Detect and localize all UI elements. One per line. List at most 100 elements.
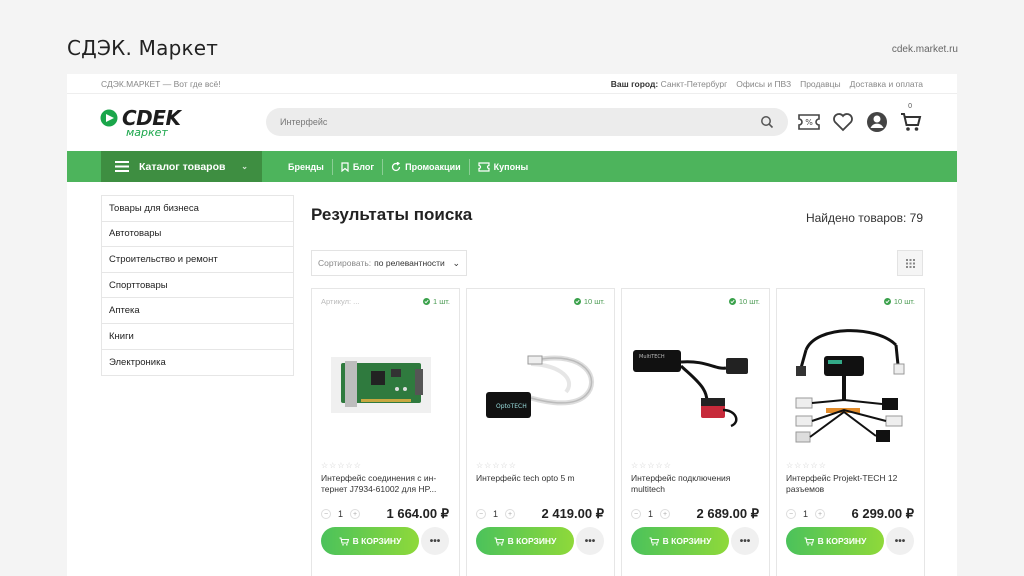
city-label: Ваш город:: [610, 78, 659, 89]
nav-blog[interactable]: Блог: [331, 158, 382, 175]
quantity-value[interactable]: 1: [803, 509, 808, 519]
tagline: СДЭК.МАРКЕТ — Вот где всё!: [101, 78, 221, 89]
quantity-stepper: − 1 +: [786, 509, 826, 519]
product-image[interactable]: MultiTECH: [630, 315, 762, 455]
quantity-value[interactable]: 1: [648, 509, 653, 519]
product-name[interactable]: Интерфейс подключения multitech: [631, 473, 761, 495]
grid-view-toggle[interactable]: [897, 250, 923, 276]
stock-badge: 10 шт.: [573, 297, 605, 306]
product-price: 6 299.00 ₽: [851, 506, 915, 521]
stock-count: 10 шт.: [893, 297, 915, 306]
svg-text:MultiTECH: MultiTECH: [639, 354, 665, 360]
product-grid: Артикул: ... 1 шт. ☆☆☆☆☆ Интерфейс соеди…: [311, 288, 925, 576]
nav-promo[interactable]: Промоакции: [382, 158, 469, 175]
logo[interactable]: СDEK маркет: [100, 106, 190, 140]
more-options-button[interactable]: •••: [576, 527, 604, 555]
link-sellers[interactable]: Продавцы: [800, 79, 841, 89]
plus-button[interactable]: +: [660, 509, 671, 519]
product-name[interactable]: Интерфейс tech opto 5 m: [476, 473, 606, 484]
cart-icon: [494, 536, 504, 546]
product-name[interactable]: Интерфейс соединения с ин-тернет J7934-6…: [321, 473, 451, 495]
sidebar-item-electronics[interactable]: Электроника: [102, 350, 293, 376]
more-options-button[interactable]: •••: [731, 527, 759, 555]
add-to-cart-button[interactable]: В КОРЗИНУ: [321, 527, 419, 555]
search-icon[interactable]: [760, 115, 774, 129]
add-to-cart-label: В КОРЗИНУ: [507, 536, 557, 546]
header: СDEK маркет %: [67, 94, 957, 151]
main-nav: Каталог товаров ⌄ Бренды Блог Промоакции…: [67, 151, 957, 182]
product-price: 2 419.00 ₽: [541, 506, 605, 521]
nav-blog-label: Блог: [352, 161, 375, 172]
stock-badge: 10 шт.: [883, 297, 915, 306]
sidebar-item-books[interactable]: Книги: [102, 324, 293, 350]
bookmark-icon: [341, 161, 349, 172]
nav-brands[interactable]: Бренды: [282, 159, 332, 175]
add-to-cart-button[interactable]: В КОРЗИНУ: [631, 527, 729, 555]
product-image[interactable]: [320, 315, 452, 455]
grid-icon: [905, 258, 915, 268]
sidebar-item-sport[interactable]: Спорттовары: [102, 273, 293, 299]
sidebar-item-auto[interactable]: Автотовары: [102, 222, 293, 248]
cart-icon[interactable]: 0: [899, 103, 923, 134]
add-to-cart-label: В КОРЗИНУ: [662, 536, 712, 546]
product-price: 2 689.00 ₽: [696, 506, 760, 521]
quantity-value[interactable]: 1: [493, 509, 498, 519]
product-image[interactable]: OptoTECH: [475, 315, 607, 455]
check-icon: [423, 298, 431, 305]
product-name[interactable]: Интерфейс Projekt-TECH 12 разъемов: [786, 473, 916, 495]
minus-button[interactable]: −: [476, 509, 486, 519]
stock-badge: 1 шт.: [423, 297, 450, 306]
add-to-cart-button[interactable]: В КОРЗИНУ: [786, 527, 884, 555]
svg-text:OptoTECH: OptoTECH: [496, 403, 527, 410]
sidebar-item-business[interactable]: Товары для бизнеса: [102, 196, 293, 222]
product-card[interactable]: 10 шт. MultiTECH ☆☆☆☆☆ Интерфейс подключ…: [621, 288, 770, 576]
sort-label: Сортировать:: [318, 258, 372, 268]
account-icon[interactable]: [865, 110, 889, 134]
cart-icon: [339, 536, 349, 546]
city-selector[interactable]: Ваш город: Санкт-Петербург: [611, 79, 727, 89]
category-sidebar: Товары для бизнеса Автотовары Строительс…: [101, 195, 294, 377]
sidebar-item-construction[interactable]: Строительство и ремонт: [102, 247, 293, 273]
quantity-value[interactable]: 1: [338, 509, 343, 519]
ticket-icon: [478, 161, 490, 172]
product-image[interactable]: [785, 315, 917, 455]
search-input[interactable]: [280, 117, 760, 127]
chevron-down-icon: ⌄: [241, 162, 248, 171]
minus-button[interactable]: −: [321, 509, 331, 519]
cart-icon: [804, 536, 814, 546]
cart-icon: [649, 536, 659, 546]
sort-dropdown[interactable]: Сортировать: по релевантности ⌄: [311, 250, 467, 276]
product-card[interactable]: 10 шт. ☆☆☆☆☆ Интерфейс Projekt-TECH 12 р…: [776, 288, 925, 576]
minus-button[interactable]: −: [631, 509, 641, 519]
quantity-stepper: − 1 +: [321, 509, 361, 519]
more-options-button[interactable]: •••: [886, 527, 914, 555]
more-options-button[interactable]: •••: [421, 527, 449, 555]
add-to-cart-button[interactable]: В КОРЗИНУ: [476, 527, 574, 555]
search-bar: [266, 108, 788, 136]
rating-stars: ☆☆☆☆☆: [631, 461, 672, 470]
product-card[interactable]: Артикул: ... 1 шт. ☆☆☆☆☆ Интерфейс соеди…: [311, 288, 460, 576]
nav-coupons[interactable]: Купоны: [468, 158, 537, 175]
svg-text:%: %: [805, 118, 813, 127]
hamburger-icon: [115, 161, 129, 172]
plus-button[interactable]: +: [505, 509, 516, 519]
link-offices[interactable]: Офисы и ПВЗ: [736, 79, 791, 89]
link-delivery[interactable]: Доставка и оплата: [850, 79, 923, 89]
slide-title: СДЭК. Маркет: [67, 36, 219, 60]
cart-count: 0: [908, 103, 912, 110]
results-count: Найдено товаров: 79: [805, 211, 923, 225]
minus-button[interactable]: −: [786, 509, 796, 519]
nav-promo-label: Промоакции: [405, 161, 461, 172]
plus-button[interactable]: +: [350, 509, 361, 519]
logo-mark-icon: [100, 109, 118, 127]
favorites-heart-icon[interactable]: [831, 110, 855, 134]
check-icon: [883, 298, 891, 305]
product-card[interactable]: 10 шт. OptoTECH ☆☆☆☆☆ Интерфейс tech opt…: [466, 288, 615, 576]
sort-value: по релевантности: [374, 258, 445, 268]
coupon-icon[interactable]: %: [797, 110, 821, 134]
sidebar-item-pharmacy[interactable]: Аптека: [102, 298, 293, 324]
quantity-stepper: − 1 +: [631, 509, 671, 519]
plus-button[interactable]: +: [815, 509, 826, 519]
chevron-down-icon: ⌄: [452, 257, 460, 268]
catalog-button[interactable]: Каталог товаров ⌄: [101, 151, 262, 182]
